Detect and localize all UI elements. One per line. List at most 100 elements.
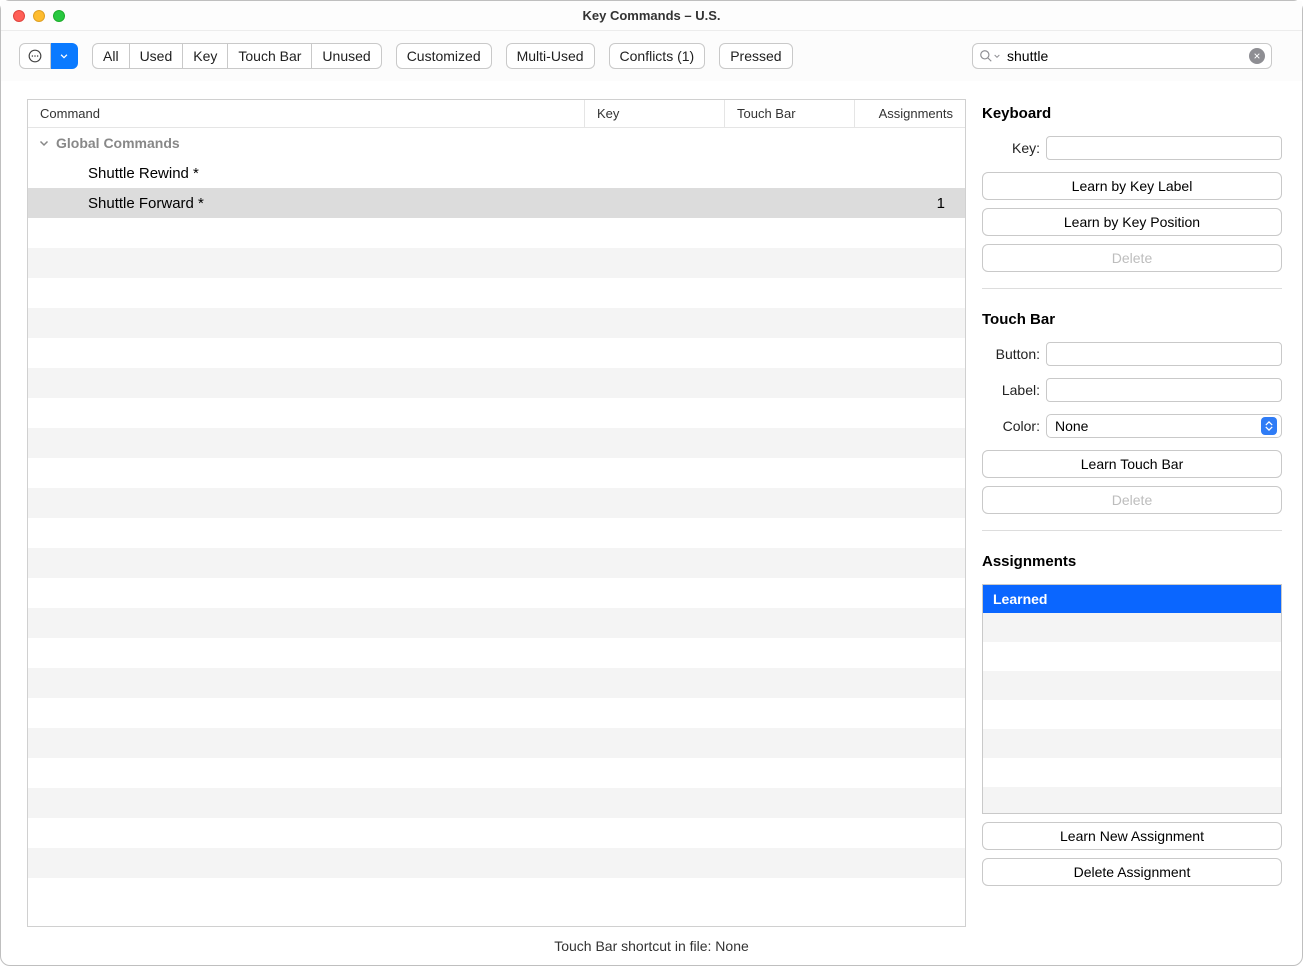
table-row: [28, 308, 965, 338]
column-command[interactable]: Command: [28, 100, 585, 127]
divider: [982, 530, 1282, 531]
key-field[interactable]: [1046, 136, 1282, 160]
search-icon: [979, 49, 993, 63]
chevron-down-icon: [38, 137, 50, 149]
command-cell: Shuttle Forward *: [28, 195, 585, 212]
table-row[interactable]: Shuttle Rewind *: [28, 158, 965, 188]
chevron-down-icon: [59, 51, 69, 61]
touchbar-section-title: Touch Bar: [982, 311, 1282, 328]
assignments-list[interactable]: Learned: [982, 584, 1282, 814]
search-clear-button[interactable]: [1249, 48, 1265, 64]
disclosure-triangle[interactable]: [28, 137, 50, 149]
list-item: [983, 787, 1281, 814]
options-menu-button[interactable]: [19, 43, 51, 69]
commands-table: Command Key Touch Bar Assignments Global…: [27, 99, 966, 927]
table-row: [28, 218, 965, 248]
table-row: [28, 338, 965, 368]
filter-used[interactable]: Used: [130, 43, 184, 69]
keyboard-delete-button[interactable]: Delete: [982, 244, 1282, 272]
list-item: [983, 671, 1281, 700]
label-row: Label:: [982, 378, 1282, 402]
assignments-cell: 1: [855, 195, 965, 212]
filter-key[interactable]: Key: [183, 43, 228, 69]
table-row: [28, 248, 965, 278]
table-row: [28, 788, 965, 818]
learn-key-label-button[interactable]: Learn by Key Label: [982, 172, 1282, 200]
search-field[interactable]: [972, 43, 1272, 69]
customized-button[interactable]: Customized: [396, 43, 492, 69]
popup-arrows-icon: [1261, 417, 1277, 435]
table-row: [28, 548, 965, 578]
key-row: Key:: [982, 136, 1282, 160]
multi-used-button[interactable]: Multi-Used: [506, 43, 595, 69]
table-row: [28, 758, 965, 788]
table-row: [28, 878, 965, 908]
delete-assignment-button[interactable]: Delete Assignment: [982, 858, 1282, 886]
keyboard-section-title: Keyboard: [982, 105, 1282, 122]
table-row: [28, 458, 965, 488]
table-row: [28, 518, 965, 548]
group-label: Global Commands: [50, 135, 965, 151]
group-row[interactable]: Global Commands: [28, 128, 965, 158]
search-input[interactable]: [1001, 48, 1249, 64]
button-field[interactable]: [1046, 342, 1282, 366]
color-row: Color: None: [982, 414, 1282, 438]
table-row: [28, 668, 965, 698]
filter-touchbar[interactable]: Touch Bar: [228, 43, 312, 69]
table-row: [28, 368, 965, 398]
color-popup[interactable]: None: [1046, 414, 1282, 438]
minimize-icon[interactable]: [33, 10, 45, 22]
command-cell: Shuttle Rewind *: [28, 165, 585, 182]
list-item: [983, 700, 1281, 729]
button-row: Button:: [982, 342, 1282, 366]
conflicts-button[interactable]: Conflicts (1): [609, 43, 706, 69]
table-row: [28, 428, 965, 458]
table-row[interactable]: Shuttle Forward * 1: [28, 188, 965, 218]
status-text: Touch Bar shortcut in file: None: [554, 938, 749, 954]
options-menu-group: [19, 43, 78, 69]
label-label: Label:: [982, 382, 1040, 398]
color-value: None: [1055, 418, 1088, 434]
options-menu-dropdown[interactable]: [51, 43, 78, 69]
table-row: [28, 398, 965, 428]
table-row: [28, 578, 965, 608]
table-header: Command Key Touch Bar Assignments: [28, 100, 965, 128]
table-row: [28, 728, 965, 758]
toolbar: All Used Key Touch Bar Unused Customized…: [1, 31, 1302, 81]
zoom-icon[interactable]: [53, 10, 65, 22]
pressed-button[interactable]: Pressed: [719, 43, 792, 69]
column-key[interactable]: Key: [585, 100, 725, 127]
table-rows: Global Commands Shuttle Rewind * Shuttle…: [28, 128, 965, 926]
inspector-panel: Keyboard Key: Learn by Key Label Learn b…: [982, 99, 1282, 927]
key-label: Key:: [982, 140, 1040, 156]
content-area: Command Key Touch Bar Assignments Global…: [1, 81, 1302, 927]
column-assignments[interactable]: Assignments: [855, 100, 965, 127]
table-row: [28, 698, 965, 728]
table-row: [28, 638, 965, 668]
traffic-lights: [13, 10, 65, 22]
divider: [982, 288, 1282, 289]
window-title: Key Commands – U.S.: [1, 8, 1302, 23]
assignments-list-header[interactable]: Learned: [983, 585, 1281, 613]
touchbar-delete-button[interactable]: Delete: [982, 486, 1282, 514]
filter-all[interactable]: All: [92, 43, 130, 69]
list-item: [983, 729, 1281, 758]
color-label: Color:: [982, 418, 1040, 434]
list-item: [983, 642, 1281, 671]
table-row: [28, 818, 965, 848]
filter-segmented: All Used Key Touch Bar Unused: [92, 43, 382, 69]
ellipsis-circle-icon: [28, 49, 42, 63]
list-item: [983, 613, 1281, 642]
window-titlebar: Key Commands – U.S.: [1, 1, 1302, 31]
button-label: Button:: [982, 346, 1040, 362]
learn-touchbar-button[interactable]: Learn Touch Bar: [982, 450, 1282, 478]
assignments-section-title: Assignments: [982, 553, 1282, 570]
learn-new-assignment-button[interactable]: Learn New Assignment: [982, 822, 1282, 850]
close-icon[interactable]: [13, 10, 25, 22]
column-touchbar[interactable]: Touch Bar: [725, 100, 855, 127]
list-item: [983, 758, 1281, 787]
learn-key-position-button[interactable]: Learn by Key Position: [982, 208, 1282, 236]
label-field[interactable]: [1046, 378, 1282, 402]
filter-unused[interactable]: Unused: [312, 43, 381, 69]
table-row: [28, 278, 965, 308]
